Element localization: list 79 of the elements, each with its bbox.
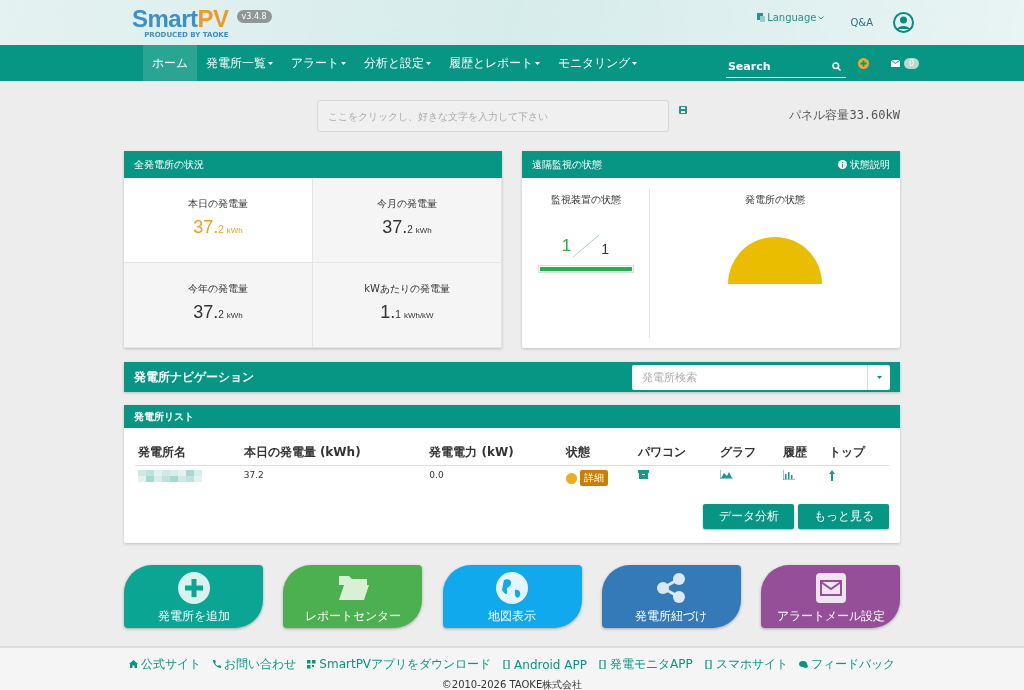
section-title: 発電所ナビゲーション <box>134 368 254 386</box>
plant-search-dropdown[interactable]: 発電所検索 <box>632 364 890 390</box>
up-arrow-icon[interactable] <box>828 470 835 481</box>
shortcut-tile[interactable]: レポートセンター <box>283 565 423 628</box>
column-header: 履歴 <box>780 440 826 466</box>
action-button[interactable]: もっと見る <box>798 504 889 529</box>
online-count: 1 <box>561 236 572 256</box>
mail-count-badge: 0 <box>903 57 919 69</box>
globe-icon <box>496 572 528 604</box>
share-icon <box>655 572 688 604</box>
nav-item[interactable]: 履歴とレポート <box>440 45 549 81</box>
stat-label: kWあたりの発電量 <box>364 281 450 296</box>
stat-value: 37.2 kWh <box>193 301 243 323</box>
shortcut-tile[interactable]: 地図表示 <box>442 565 582 628</box>
action-button[interactable]: データ分析 <box>703 504 794 529</box>
nav-item[interactable]: アラート <box>282 45 355 81</box>
column-header: 本日の発電量 (kWh) <box>240 440 427 466</box>
language-menu[interactable]: Language <box>757 12 825 23</box>
bar-chart-icon[interactable] <box>783 470 796 480</box>
info-icon <box>838 160 847 169</box>
qa-link[interactable]: Q&A <box>850 17 873 28</box>
column-header: 発電所名 <box>135 440 241 466</box>
area-chart-icon[interactable] <box>719 470 733 479</box>
section-title: 監視装置の状態 <box>550 193 621 207</box>
slash-divider <box>571 233 602 259</box>
shortcut-tile[interactable]: 発電所を追加 <box>124 565 263 628</box>
phone-icon <box>212 660 222 669</box>
nav-item[interactable]: 発電所一覧 <box>197 45 282 81</box>
total-count: 1 <box>601 241 610 257</box>
footer-link[interactable]: 公式サイト <box>129 656 202 673</box>
footer-link[interactable]: SmartPVアプリをダウンロード <box>307 656 492 673</box>
chevron-down-icon <box>818 15 825 20</box>
stat-label: 本日の発電量 <box>188 196 248 211</box>
column-header: グラフ <box>716 440 781 466</box>
home-icon <box>129 660 139 669</box>
mail-icon <box>890 59 900 67</box>
qr-code-icon <box>307 660 317 669</box>
table-cell: 0.0 <box>426 465 563 490</box>
stat-label: 今年の発電量 <box>188 281 248 296</box>
caret-icon <box>876 375 882 379</box>
stat-value: 37.2 kWh <box>193 216 243 238</box>
nav-item[interactable]: ホーム <box>143 45 197 81</box>
card-header: 発電所リスト <box>124 405 900 428</box>
save-icon[interactable] <box>679 106 687 114</box>
card-header: 全発電所の状況 <box>124 151 502 178</box>
footer-link[interactable]: 発電モニタAPP <box>597 656 693 673</box>
footer-link[interactable]: スマホサイト <box>703 656 788 673</box>
nav-item[interactable]: 分析と設定 <box>355 45 440 81</box>
plus-circle-icon <box>177 572 210 604</box>
mobile-phone-icon <box>502 660 512 669</box>
user-avatar-icon[interactable] <box>893 12 914 33</box>
search-input[interactable]: Search <box>725 59 826 74</box>
nav-item[interactable]: モニタリング <box>549 45 646 81</box>
column-header: パワコン <box>635 440 717 466</box>
chat-icon <box>798 660 808 669</box>
detail-tag[interactable]: 詳細 <box>579 470 608 486</box>
table-cell: 37.2 <box>240 465 427 490</box>
column-header: 発電電力 (kW) <box>426 440 563 466</box>
column-header: 状態 <box>562 440 636 466</box>
card-title: 遠隔監視の状態 <box>532 157 602 172</box>
add-icon[interactable] <box>857 57 869 69</box>
footer-link[interactable]: Android APP <box>502 656 587 673</box>
mail-icon <box>814 572 847 604</box>
stat-value: 37.2 kWh <box>382 216 432 238</box>
shortcut-tile[interactable]: アラートメール設定 <box>761 565 900 628</box>
shortcut-tile[interactable]: 発電所紐づけ <box>601 565 741 628</box>
footer-link[interactable]: フィードバック <box>798 656 895 673</box>
mobile-phone-icon <box>597 660 607 669</box>
panel-capacity: パネル容量33.60kW <box>789 106 900 124</box>
mobile-phone-icon <box>703 660 713 669</box>
copyright-text: ©2010-2026 TAOKE株式会社 <box>441 678 583 690</box>
section-title: 発電所の状態 <box>745 193 805 207</box>
stat-value: 1.1 kWh/kW <box>380 301 434 323</box>
footer-link[interactable]: お問い合わせ <box>212 656 297 673</box>
stat-label: 今月の発電量 <box>377 196 437 211</box>
search-icon[interactable] <box>831 62 841 71</box>
column-header: トップ <box>825 440 889 466</box>
status-help-link[interactable]: 状態説明 <box>838 157 890 172</box>
version-badge: v3.4.8 <box>236 10 272 23</box>
